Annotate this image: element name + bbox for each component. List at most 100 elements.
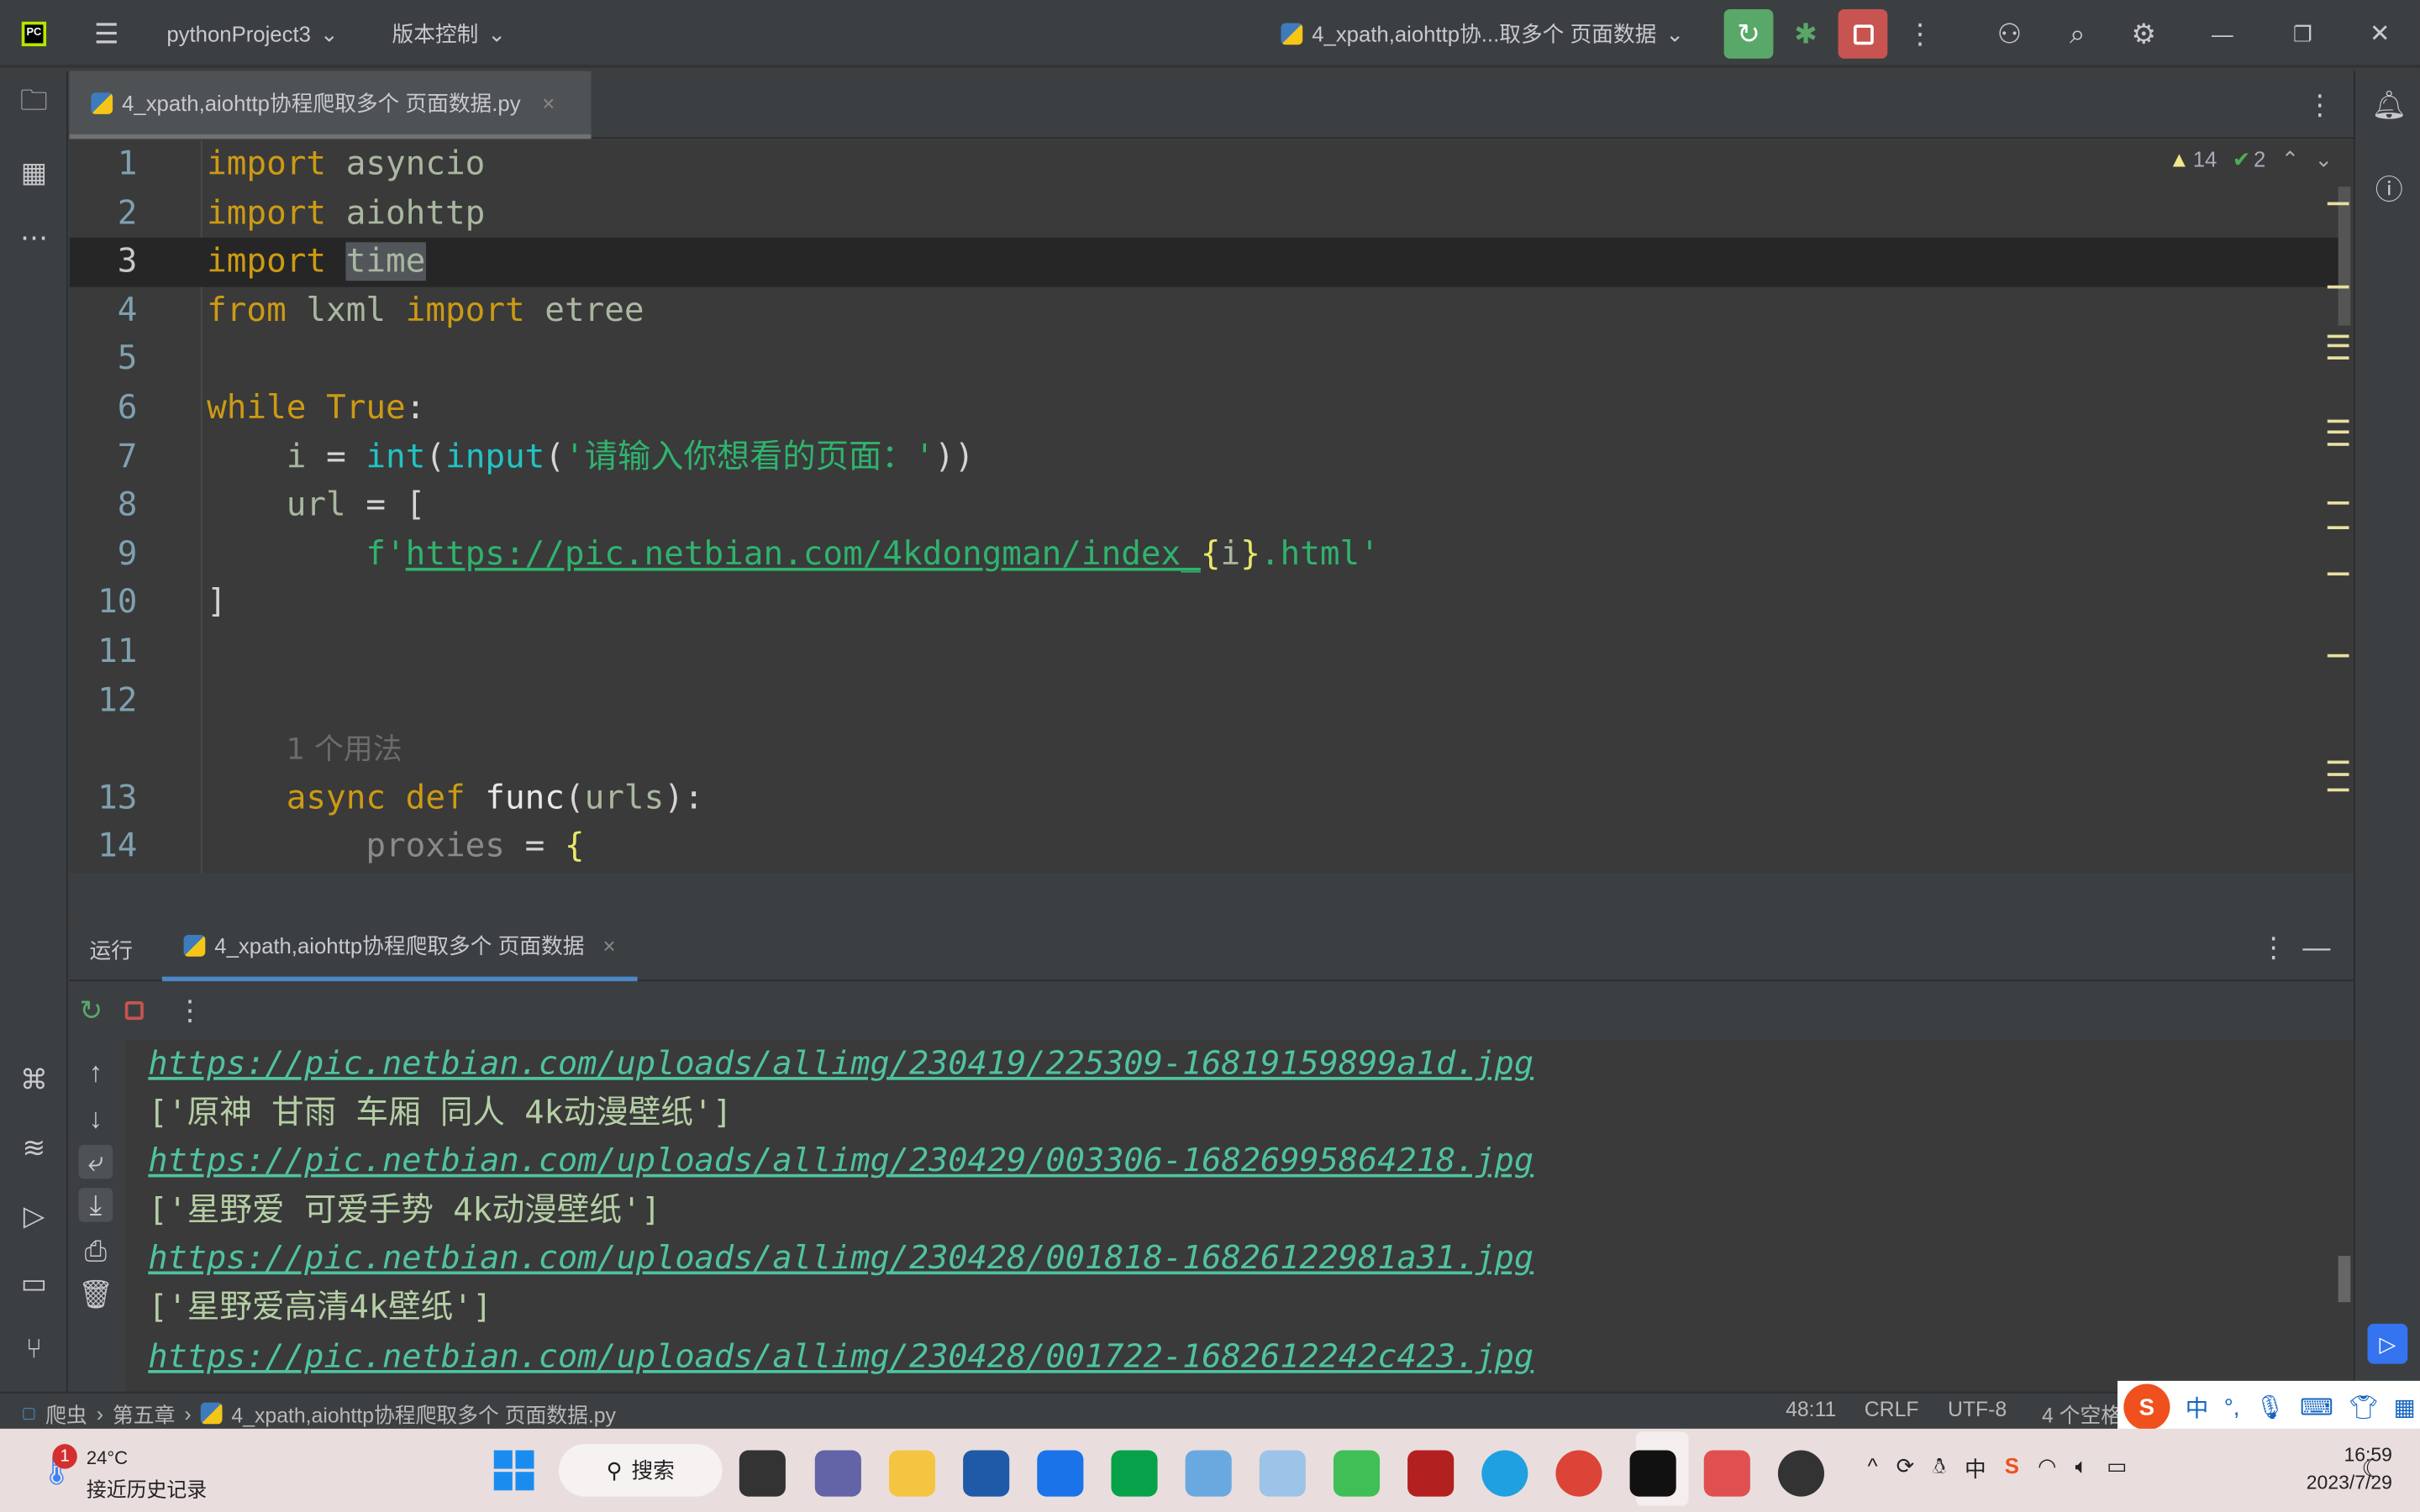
error-stripe-marker[interactable] (2327, 356, 2349, 360)
taskbar-game-icon[interactable] (1777, 1450, 1825, 1497)
line-separator[interactable]: CRLF (1865, 1398, 1919, 1421)
problems-icon[interactable]: ⓘ (2370, 170, 2407, 207)
taskbar-lenovo-icon[interactable] (1037, 1450, 1084, 1497)
rerun-icon[interactable]: ↻ (76, 994, 107, 1027)
error-stripe-marker[interactable] (2327, 526, 2349, 529)
code-line[interactable]: 10] (70, 579, 2338, 627)
code-line[interactable]: 8 url = [ (70, 481, 2338, 530)
keyboard-icon[interactable]: ⌨ (2300, 1394, 2333, 1420)
more-icon[interactable]: ⋮ (175, 994, 206, 1027)
caret-position[interactable]: 48:11 (1786, 1398, 1836, 1421)
taskbar-display-icon[interactable] (1185, 1450, 1232, 1497)
error-stripe-marker[interactable] (2327, 202, 2349, 206)
structure-icon[interactable]: ▦ (15, 155, 52, 192)
taskbar-file-explorer-icon[interactable] (888, 1450, 936, 1497)
console-link[interactable]: https://pic.netbian.com/uploads/allimg/2… (148, 1235, 1534, 1284)
scroll-up-icon[interactable]: ↑ (79, 1055, 113, 1089)
error-stripe-marker[interactable] (2327, 760, 2349, 764)
console-link[interactable]: https://pic.netbian.com/uploads/allimg/2… (148, 1137, 1534, 1186)
code-line[interactable]: 12 (70, 677, 2338, 726)
notifications-icon[interactable]: 🔔︎ (2370, 87, 2407, 123)
restore-icon[interactable]: ❐ (2284, 15, 2321, 52)
taskbar-monitor-icon[interactable] (1259, 1450, 1306, 1497)
sync-icon[interactable]: ⟳ (1897, 1453, 1915, 1484)
console-output[interactable]: https://pic.netbian.com/uploads/allimg/2… (124, 1039, 2354, 1392)
taskbar-task-view-icon[interactable] (739, 1450, 786, 1497)
volume-icon[interactable]: 🔈︎ (2075, 1453, 2087, 1484)
layers-icon[interactable]: ≋ (15, 1129, 52, 1166)
more-tools-icon[interactable]: ⋯ (15, 219, 52, 256)
error-stripe-marker[interactable] (2327, 788, 2349, 792)
tab-current-file[interactable]: 4_xpath,aiohttp协程爬取多个 页面数据.py × (69, 71, 592, 139)
add-user-icon[interactable]: ⚇ (1991, 15, 2028, 52)
code-line[interactable]: 4 from lxml import etree (70, 286, 2338, 335)
error-stripe-marker[interactable] (2327, 285, 2349, 289)
error-stripe-marker[interactable] (2327, 773, 2349, 776)
hide-panel-icon[interactable]: — (2302, 929, 2333, 966)
weather-widget[interactable]: 🌡︎ 1 24°C 接近历史记录 (37, 1444, 222, 1501)
ime-toolbar[interactable]: S 中 °, 🎙︎ ⌨ 👕︎ ▦ (2117, 1380, 2420, 1434)
close-run-tab-icon[interactable]: × (603, 932, 616, 957)
services-icon[interactable]: ▷ (15, 1197, 52, 1234)
stop-icon[interactable] (124, 1001, 144, 1021)
crumb-subfolder[interactable]: 第五章 (113, 1398, 175, 1429)
code-editor[interactable]: ▲ 14 ✔ 2 ⌃ ⌄ 1 import asyncio 2 import aiohttp… (69, 140, 2354, 874)
terminal-icon[interactable]: ▭ (15, 1265, 52, 1302)
main-menu-icon[interactable]: ☰ (90, 17, 124, 50)
print-icon[interactable]: ⎙ (79, 1234, 113, 1268)
code-line[interactable]: 14 proxies = { (70, 823, 2338, 872)
error-stripe-marker[interactable] (2327, 334, 2349, 339)
taskbar-naraka-icon[interactable] (1407, 1450, 1455, 1497)
code-line[interactable]: 7 i = int(input('请输入你想看的页面：')) (70, 433, 2338, 481)
stop-button[interactable] (1838, 9, 1888, 59)
project-selector[interactable]: pythonProject3 ⌄ (166, 0, 338, 68)
error-stripe-marker[interactable] (2327, 501, 2349, 505)
taskbar-store-icon[interactable] (963, 1450, 1010, 1497)
vcs-menu[interactable]: 版本控制 ⌄ (392, 0, 506, 68)
git-icon[interactable]: ⑂ (15, 1330, 52, 1367)
close-tab-icon[interactable]: × (542, 90, 555, 114)
code-line[interactable]: 13 async def func(urls): (70, 774, 2338, 823)
tray-overflow-icon[interactable]: ^ (1867, 1453, 1877, 1484)
code-line[interactable]: 1 个用法 (70, 726, 2338, 774)
code-line[interactable]: 3 import time (69, 238, 2338, 287)
taskbar-edge-icon[interactable] (1481, 1450, 1528, 1497)
python-console-icon[interactable]: ⌘ (15, 1062, 52, 1099)
wifi-icon[interactable]: ◠ (2038, 1453, 2056, 1484)
sogou-tray-icon[interactable]: S (2005, 1453, 2019, 1484)
taskbar-pycharm-icon[interactable] (1629, 1450, 1676, 1497)
error-stripe-marker[interactable] (2327, 654, 2349, 658)
notification-moon-icon[interactable]: ☾ (2361, 1453, 2383, 1484)
run-options-icon[interactable]: ⋮ (2258, 929, 2289, 966)
taskbar-chrome-icon[interactable] (1555, 1450, 1602, 1497)
code-line[interactable]: 1 import asyncio (70, 140, 2338, 189)
code-line[interactable]: 6 while True: (70, 384, 2338, 433)
toolbox-icon[interactable]: ▦ (2394, 1394, 2416, 1420)
error-stripe-marker[interactable] (2327, 344, 2349, 348)
code-line[interactable]: 2 import aiohttp (70, 189, 2338, 238)
minimize-icon[interactable]: — (2204, 15, 2241, 52)
error-stripe-marker[interactable] (2327, 419, 2349, 423)
crumb-file[interactable]: 4_xpath,aiohttp协程爬取多个 页面数据.py (231, 1398, 616, 1429)
error-stripe-marker[interactable] (2327, 572, 2349, 576)
microphone-icon[interactable]: 🎙︎ (2255, 1394, 2285, 1420)
project-folder-icon[interactable]: 🗀 (15, 85, 52, 123)
skin-icon[interactable]: 👕︎ (2349, 1394, 2378, 1420)
soft-wrap-icon[interactable]: ⤶ (78, 1144, 113, 1179)
tab-options-icon[interactable]: ⋮ (2304, 87, 2335, 123)
console-link[interactable]: https://pic.netbian.com/uploads/allimg/2… (148, 1040, 1534, 1089)
code-line[interactable]: 9 f'https://pic.netbian.com/4kdongman/in… (70, 530, 2338, 579)
search-icon[interactable]: ⌕ (2059, 15, 2096, 52)
qq-icon[interactable]: 🐧︎ (1933, 1453, 1946, 1484)
clear-all-icon[interactable]: 🗑︎ (78, 1278, 113, 1311)
scroll-down-icon[interactable]: ↓ (79, 1101, 113, 1135)
battery-icon[interactable]: ▭ (2107, 1453, 2127, 1484)
punctuation-icon[interactable]: °, (2224, 1394, 2240, 1420)
editor-scrollbar[interactable] (2338, 186, 2351, 326)
rerun-button[interactable]: ↻ (1723, 9, 1774, 59)
crumb-folder[interactable]: 爬虫 (45, 1398, 87, 1429)
console-scrollbar[interactable] (2338, 1256, 2351, 1303)
ime-tray-icon[interactable]: 中 (1965, 1453, 1986, 1484)
indent-setting[interactable]: 4 个空格 (2042, 1398, 2123, 1429)
scroll-to-end-icon[interactable]: ⤓ (78, 1188, 113, 1222)
